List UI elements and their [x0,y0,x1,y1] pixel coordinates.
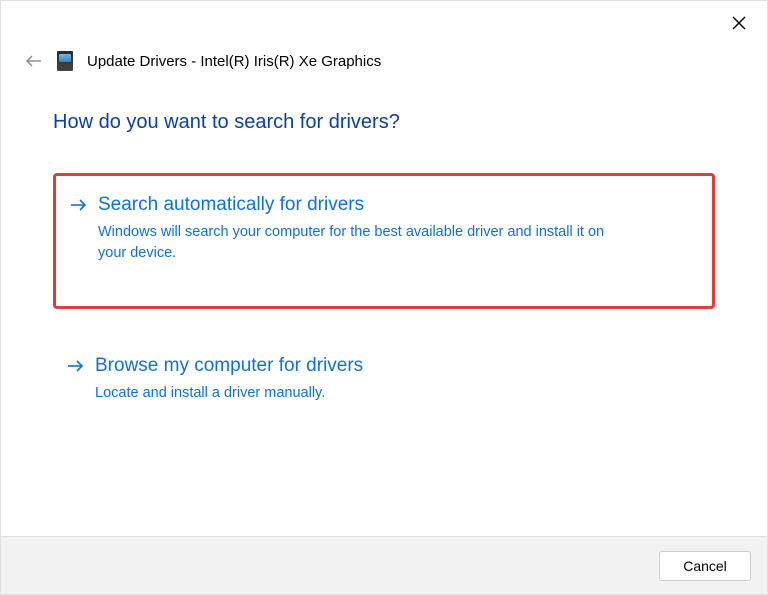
close-button[interactable] [729,13,749,33]
page-heading: How do you want to search for drivers? [53,111,400,134]
option-header: Search automatically for drivers [70,194,698,216]
arrow-right-icon [67,359,85,373]
options-list: Search automatically for drivers Windows… [53,173,715,450]
option-description: Windows will search your computer for th… [70,222,630,264]
option-description: Locate and install a driver manually. [67,383,627,404]
device-icon [57,51,73,71]
back-button[interactable] [25,52,43,70]
cancel-button[interactable]: Cancel [659,551,751,581]
arrow-right-icon [70,198,88,212]
option-title: Search automatically for drivers [98,194,364,216]
option-browse-computer[interactable]: Browse my computer for drivers Locate an… [53,337,715,422]
option-search-automatically[interactable]: Search automatically for drivers Windows… [53,173,715,309]
back-arrow-icon [25,54,43,68]
close-icon [732,16,746,30]
footer: Cancel [1,536,767,594]
header: Update Drivers - Intel(R) Iris(R) Xe Gra… [25,51,381,71]
option-title: Browse my computer for drivers [95,355,363,377]
option-header: Browse my computer for drivers [67,355,701,377]
dialog-title: Update Drivers - Intel(R) Iris(R) Xe Gra… [87,53,381,70]
